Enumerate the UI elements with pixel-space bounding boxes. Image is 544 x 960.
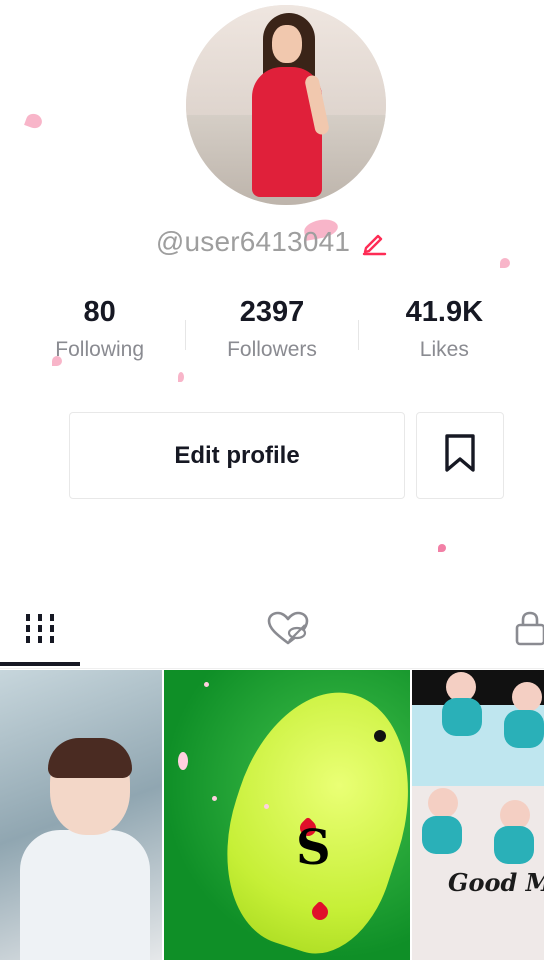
sparkle-decoration: [212, 796, 217, 801]
stats-row: 80 Following 2397 Followers 41.9K Likes: [14, 292, 530, 378]
thumbnail-overlay-text: Good M: [448, 868, 544, 897]
bookmark-icon: [443, 433, 477, 478]
grid-icon: [23, 611, 57, 650]
active-tab-indicator: [0, 662, 80, 666]
stat-followers[interactable]: 2397 Followers: [186, 292, 357, 378]
edit-profile-button[interactable]: Edit profile: [69, 412, 405, 499]
lock-icon: [514, 610, 544, 651]
avatar-face: [272, 25, 302, 63]
video-thumbnail[interactable]: S: [164, 670, 410, 960]
petal-decoration: [24, 111, 44, 131]
video-thumbnail[interactable]: Good M: [412, 670, 544, 960]
profile-tabs: [0, 590, 544, 670]
thumbnail-doll: [494, 826, 534, 864]
tab-liked[interactable]: [246, 590, 330, 670]
pencil-icon[interactable]: [360, 228, 388, 256]
sparkle-decoration: [264, 804, 269, 809]
sparkle-decoration: [178, 752, 188, 770]
stat-label: Followers: [227, 338, 317, 361]
username-row: @user6413041: [0, 222, 544, 262]
stat-value: 41.9K: [405, 296, 484, 328]
stat-label: Following: [55, 338, 145, 361]
sparkle-decoration: [204, 682, 209, 687]
stat-following[interactable]: 80 Following: [14, 292, 185, 378]
thumbnail-figure: [48, 738, 132, 778]
thumbnail-overlay-text: S: [296, 820, 331, 876]
tab-videos[interactable]: [0, 590, 80, 670]
heart-hidden-icon: [266, 610, 310, 651]
favorites-button[interactable]: [416, 412, 504, 499]
video-thumbnail[interactable]: [0, 670, 162, 960]
stat-value: 2397: [239, 296, 305, 328]
thumbnail-figure: [20, 830, 150, 960]
stat-likes[interactable]: 41.9K Likes: [359, 292, 530, 378]
thumbnail-parrot-eye: [374, 730, 386, 742]
thumbnail-doll: [442, 698, 482, 736]
petal-decoration: [438, 544, 446, 552]
tab-private[interactable]: [504, 590, 544, 670]
thumbnail-doll: [512, 682, 542, 712]
stat-value: 80: [83, 296, 116, 328]
thumbnail-doll: [504, 710, 544, 748]
profile-avatar[interactable]: [186, 5, 386, 205]
username: @user6413041: [155, 226, 351, 257]
tabs-divider: [0, 668, 544, 669]
thumbnail-parrot: [197, 670, 410, 960]
thumbnail-doll: [428, 788, 458, 818]
video-grid: S Good M: [0, 670, 544, 960]
thumbnail-doll: [422, 816, 462, 854]
stat-label: Likes: [419, 338, 469, 361]
